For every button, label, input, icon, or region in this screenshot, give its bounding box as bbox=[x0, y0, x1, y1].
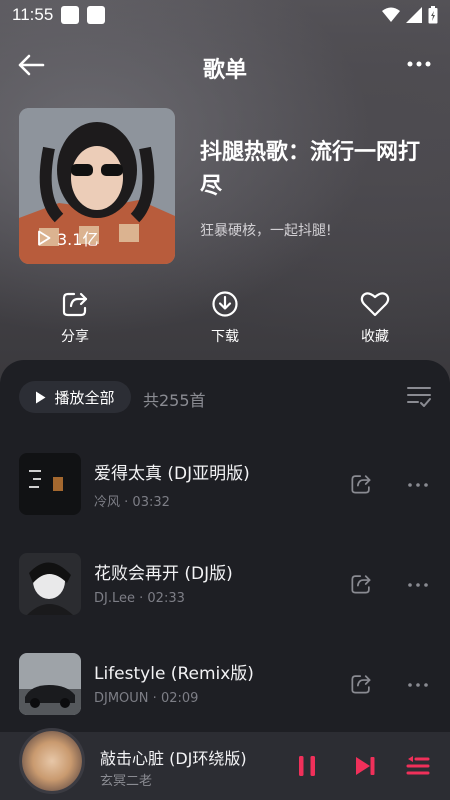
song-row[interactable]: 爱得太真 (DJ亚明版) 冷风 · 03:32 bbox=[0, 453, 450, 517]
multi-select-button[interactable] bbox=[406, 384, 432, 410]
signal-icon bbox=[406, 7, 422, 23]
download-action-button[interactable]: 下载 bbox=[190, 290, 260, 346]
list-check-icon bbox=[407, 387, 431, 407]
play-count: 3.1亿 bbox=[37, 226, 98, 250]
song-title: 爱得太真 (DJ亚明版) bbox=[94, 464, 250, 484]
mini-player-title: 敲击心脏 (DJ环绕版) bbox=[100, 749, 247, 768]
song-share-button[interactable] bbox=[350, 673, 374, 697]
mini-player-artwork[interactable] bbox=[19, 728, 85, 794]
song-row[interactable]: Lifestyle (Remix版) DJMOUN · 02:09 bbox=[0, 653, 450, 717]
battery-icon bbox=[428, 6, 438, 24]
wifi-icon bbox=[382, 7, 400, 22]
play-all-label: 播放全部 bbox=[54, 388, 115, 407]
song-artist: DJMOUN bbox=[94, 691, 149, 706]
share-icon bbox=[62, 292, 88, 317]
pause-icon bbox=[299, 756, 315, 776]
more-horizontal-icon bbox=[407, 61, 431, 67]
song-more-button[interactable] bbox=[404, 675, 432, 695]
notification-icon bbox=[87, 6, 106, 24]
song-row[interactable]: 花败会再开 (DJ版) DJ.Lee · 02:33 bbox=[0, 553, 450, 617]
more-horizontal-icon bbox=[408, 583, 428, 587]
app-header: 歌单 bbox=[0, 40, 450, 90]
next-button[interactable] bbox=[351, 752, 379, 780]
mini-player-artist: 玄冥二老 bbox=[100, 774, 153, 789]
song-artwork bbox=[19, 653, 81, 715]
more-button[interactable] bbox=[404, 52, 434, 76]
share-icon bbox=[351, 575, 371, 594]
favorite-label: 收藏 bbox=[361, 329, 389, 345]
skip-next-icon bbox=[356, 757, 375, 775]
play-count-value: 3.1亿 bbox=[57, 230, 99, 249]
song-duration: 02:33 bbox=[147, 591, 185, 606]
playlist-title: 抖腿热歌：流行一网打尽 bbox=[200, 140, 421, 199]
share-label: 分享 bbox=[61, 329, 89, 345]
play-outline-icon bbox=[38, 230, 51, 246]
song-duration: 03:32 bbox=[132, 495, 170, 510]
song-artwork bbox=[19, 453, 81, 515]
share-icon bbox=[351, 675, 371, 694]
song-meta: 冷风 · 03:32 bbox=[94, 495, 170, 510]
song-title: Lifestyle (Remix版) bbox=[94, 664, 254, 684]
download-icon bbox=[212, 291, 238, 317]
status-time: 11:55 bbox=[12, 5, 54, 24]
song-title: 花败会再开 (DJ版) bbox=[94, 564, 233, 584]
queue-icon bbox=[406, 756, 430, 775]
song-duration: 02:09 bbox=[160, 691, 199, 706]
play-icon bbox=[36, 391, 46, 403]
more-horizontal-icon bbox=[408, 683, 428, 687]
song-share-button[interactable] bbox=[350, 473, 374, 497]
song-artist: DJ.Lee bbox=[94, 591, 135, 606]
playlist-cover[interactable]: 3.1亿 bbox=[19, 108, 175, 264]
playlist-description: 狂暴硬核，一起抖腿! bbox=[200, 223, 332, 239]
pause-button[interactable] bbox=[293, 752, 321, 780]
favorite-action-button[interactable]: 收藏 bbox=[340, 290, 410, 346]
song-meta: DJMOUN · 02:09 bbox=[94, 691, 199, 706]
status-bar: 11:55 bbox=[0, 0, 450, 30]
heart-icon bbox=[360, 292, 390, 317]
page-title: 歌单 bbox=[202, 58, 247, 83]
song-share-button[interactable] bbox=[350, 573, 374, 597]
song-more-button[interactable] bbox=[404, 475, 432, 495]
share-action-button[interactable]: 分享 bbox=[40, 290, 110, 346]
song-meta: DJ.Lee · 02:33 bbox=[94, 591, 185, 606]
play-all-button[interactable]: 播放全部 bbox=[19, 381, 131, 413]
share-icon bbox=[351, 475, 371, 494]
notification-icon bbox=[61, 6, 80, 24]
song-artwork bbox=[19, 553, 81, 615]
song-artist: 冷风 bbox=[94, 495, 121, 510]
song-count: 共255首 bbox=[143, 391, 206, 410]
song-more-button[interactable] bbox=[404, 575, 432, 595]
download-label: 下载 bbox=[211, 329, 239, 345]
more-horizontal-icon bbox=[408, 483, 428, 487]
playlist-queue-button[interactable] bbox=[404, 752, 432, 780]
